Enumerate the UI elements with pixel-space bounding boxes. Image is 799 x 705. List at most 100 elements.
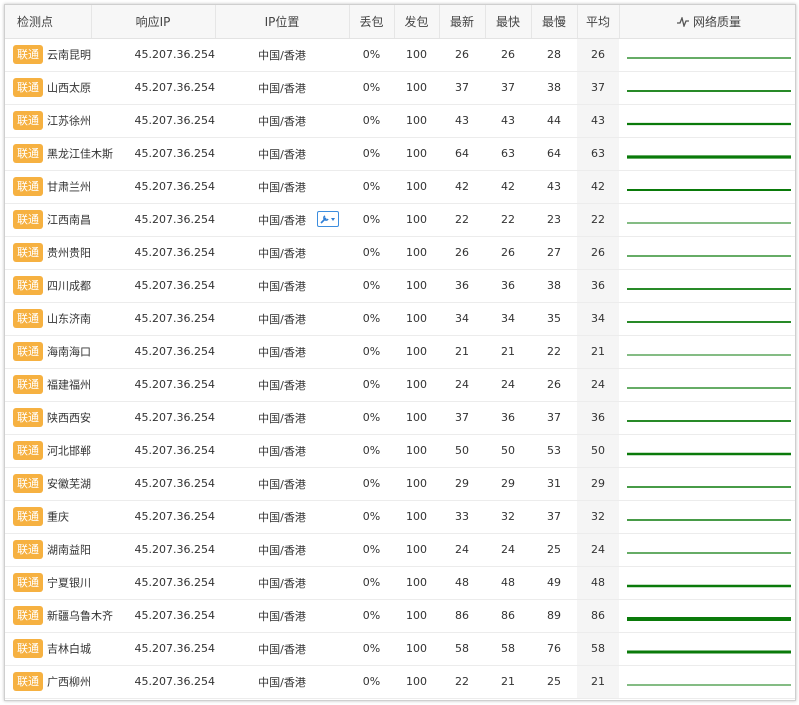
slowest-cell: 44 [531,104,577,138]
ip-value: 45.207.36.254 [134,312,215,325]
location-cell: 中国/香港 [215,467,349,501]
node-cell: 联通 江苏徐州 [5,104,91,138]
sent-cell: 100 [394,665,439,699]
table-row[interactable]: 联通 甘肃兰州 45.207.36.254 中国/香港 0% 100 42 42 43 42 [5,170,795,204]
fastest-cell: 37 [485,71,531,105]
header-latest[interactable]: 最新 [439,5,486,39]
ip-value: 45.207.36.254 [134,147,215,160]
ip-cell: 45.207.36.254 [91,368,215,402]
wrench-dropdown-icon[interactable] [317,210,339,227]
ip-cell: 45.207.36.254 [91,434,215,468]
slowest-cell: 37 [531,500,577,534]
header-ip[interactable]: 响应IP [91,5,216,39]
isp-badge: 联通 [13,375,43,394]
ip-value: 45.207.36.254 [134,642,215,655]
ip-value: 45.207.36.254 [134,411,215,424]
loss-cell: 0% [349,302,394,336]
node-cell: 联通 重庆 [5,500,91,534]
ip-cell: 45.207.36.254 [91,137,215,171]
slowest-cell: 43 [531,170,577,204]
location-cell: 中国/香港 [215,401,349,435]
quality-sparkline [627,616,791,621]
table-row[interactable]: 联通 吉林白城 45.207.36.254 中国/香港 0% 100 58 58 76 58 [5,632,795,666]
table-row[interactable]: 联通 新疆乌鲁木齐 45.207.36.254 中国/香港 0% 100 86 86 89 86 [5,599,795,633]
slowest-cell: 89 [531,599,577,633]
quality-cell [619,500,795,534]
quality-cell [619,566,795,600]
header-sent[interactable]: 发包 [394,5,440,39]
avg-cell: 24 [577,533,619,567]
fastest-cell: 43 [485,104,531,138]
table-row[interactable]: 联通 海南海口 45.207.36.254 中国/香港 0% 100 21 21 22 21 [5,335,795,369]
ping-results-table: 检测点 响应IP IP位置 丢包 发包 最新 最快 最慢 平均 网络质量 联通云… [5,5,795,699]
quality-sparkline [627,452,791,455]
node-cell: 联通 云南昆明 [5,38,91,72]
sent-cell: 100 [394,533,439,567]
header-loss[interactable]: 丢包 [349,5,395,39]
fastest-cell: 21 [485,335,531,369]
quality-cell [619,368,795,402]
isp-badge: 联通 [13,45,43,64]
loss-cell: 0% [349,170,394,204]
loss-cell: 0% [349,566,394,600]
ip-value: 45.207.36.254 [134,576,215,589]
fastest-cell: 63 [485,137,531,171]
quality-sparkline [627,353,791,356]
table-row[interactable]: 联通 重庆 45.207.36.254 中国/香港 0% 100 33 32 37 32 [5,500,795,534]
sent-cell: 100 [394,401,439,435]
header-avg[interactable]: 平均 [577,5,620,39]
table-row[interactable]: 联通 陕西西安 45.207.36.254 中国/香港 0% 100 37 36 37 36 [5,401,795,435]
sent-cell: 100 [394,38,439,72]
latest-cell: 26 [439,236,485,270]
table-row[interactable]: 联通 安徽芜湖 45.207.36.254 中国/香港 0% 100 29 29 31 29 [5,467,795,501]
node-cell: 联通 甘肃兰州 [5,170,91,204]
table-row[interactable]: 联通 河北邯郸 45.207.36.254 中国/香港 0% 100 50 50 53 50 [5,434,795,468]
table-row[interactable]: 联通 山东济南 45.207.36.254 中国/香港 0% 100 34 34 35 34 [5,302,795,336]
header-slowest[interactable]: 最慢 [531,5,578,39]
table-row[interactable]: 联通 贵州贵阳 45.207.36.254 中国/香港 0% 100 26 26 27 26 [5,236,795,270]
latest-cell: 34 [439,302,485,336]
ip-cell: 45.207.36.254 [91,632,215,666]
slowest-cell: 27 [531,236,577,270]
fastest-cell: 42 [485,170,531,204]
table-row[interactable]: 联通 福建福州 45.207.36.254 中国/香港 0% 100 24 24 26 24 [5,368,795,402]
header-quality-label: 网络质量 [692,14,741,29]
node-cell: 联通 新疆乌鲁木齐 [5,599,113,633]
avg-cell: 34 [577,302,619,336]
location-cell: 中国/香港 [215,599,349,633]
loss-cell: 0% [349,665,394,699]
header-node[interactable]: 检测点 [5,5,92,39]
table-row[interactable]: 联通 黑龙江佳木斯 45.207.36.254 中国/香港 0% 100 64 63 64 63 [5,137,795,171]
slowest-cell: 28 [531,38,577,72]
loss-cell: 0% [349,203,394,237]
table-row[interactable]: 联通 湖南益阳 45.207.36.254 中国/香港 0% 100 24 24 25 24 [5,533,795,567]
isp-badge: 联通 [13,507,43,526]
table-row[interactable]: 联通 广西柳州 45.207.36.254 中国/香港 0% 100 22 21 25 21 [5,665,795,699]
quality-cell [619,302,795,336]
table-row[interactable]: 联通 四川成都 45.207.36.254 中国/香港 0% 100 36 36 38 36 [5,269,795,303]
ip-value: 45.207.36.254 [134,246,215,259]
avg-cell: 36 [577,401,619,435]
ip-value: 45.207.36.254 [134,48,215,61]
avg-cell: 36 [577,269,619,303]
table-row[interactable]: 联通 宁夏银川 45.207.36.254 中国/香港 0% 100 48 48 49 48 [5,566,795,600]
sent-cell: 100 [394,632,439,666]
slowest-cell: 25 [531,533,577,567]
table-row[interactable]: 联通 江西南昌 45.207.36.254 中国/香港 0% 100 22 22 23 22 [5,203,795,237]
table-row[interactable]: 联通 江苏徐州 45.207.36.254 中国/香港 0% 100 43 43 44 43 [5,104,795,138]
header-location[interactable]: IP位置 [215,5,350,39]
table-row[interactable]: 联通 云南昆明 45.207.36.254 中国/香港 0% 100 26 26 28 26 [5,38,795,72]
table-row[interactable]: 联通 山西太原 45.207.36.254 中国/香港 0% 100 37 37 38 37 [5,71,795,105]
sent-cell: 100 [394,467,439,501]
loss-cell: 0% [349,632,394,666]
header-fastest[interactable]: 最快 [485,5,532,39]
city-label: 江苏徐州 [47,114,91,128]
quality-sparkline [627,287,791,290]
header-quality[interactable]: 网络质量 [619,5,795,39]
location-cell: 中国/香港 [215,500,349,534]
city-label: 广西柳州 [47,675,91,689]
ip-value: 45.207.36.254 [134,180,215,193]
avg-cell: 48 [577,566,619,600]
slowest-cell: 53 [531,434,577,468]
sent-cell: 100 [394,104,439,138]
